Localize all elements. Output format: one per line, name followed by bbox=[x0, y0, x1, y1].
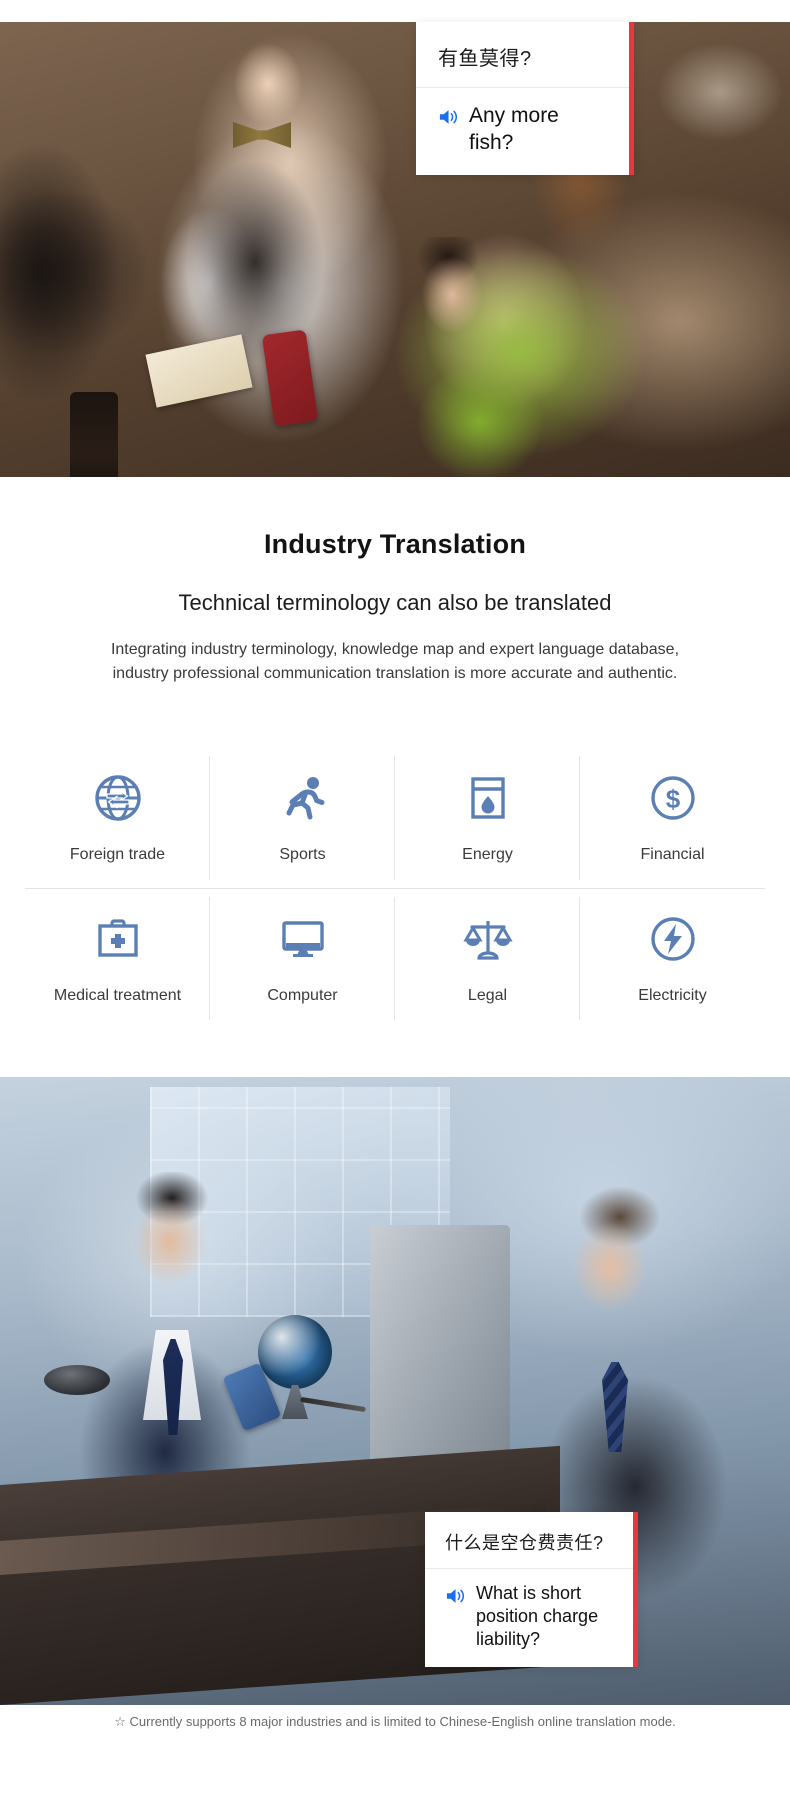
footer-note: ☆ Currently supports 8 major industries … bbox=[110, 1712, 680, 1732]
svg-text:$: $ bbox=[665, 784, 680, 814]
hero-photo bbox=[0, 22, 790, 477]
callout-bottom-translated-text: What is short position charge liability? bbox=[476, 1583, 599, 1650]
hero-customer-figure bbox=[390, 237, 640, 477]
industry-cell-medical-treatment[interactable]: Medical treatment bbox=[25, 888, 210, 1028]
page-description: Integrating industry terminology, knowle… bbox=[110, 641, 680, 683]
desk-ashtray bbox=[44, 1365, 110, 1395]
translation-callout-bottom: 什么是空仓费责任? What is short position charge … bbox=[425, 1512, 638, 1668]
industry-cell-electricity[interactable]: Electricity bbox=[580, 888, 765, 1028]
industry-grid: Foreign trade Sports Energy $ Financial … bbox=[25, 748, 765, 1028]
speaker-icon[interactable] bbox=[438, 107, 460, 127]
callout-top-translated-text: Any more fish? bbox=[469, 104, 559, 154]
industry-cell-financial[interactable]: $ Financial bbox=[580, 748, 765, 888]
industry-cell-sports[interactable]: Sports bbox=[210, 748, 395, 888]
industry-label: Computer bbox=[267, 986, 338, 1004]
industry-translation-page: 有鱼莫得? Any more fish? Industry Translatio… bbox=[0, 0, 790, 1793]
industry-cell-computer[interactable]: Computer bbox=[210, 888, 395, 1028]
footer: ☆ Currently supports 8 major industries … bbox=[0, 1712, 790, 1732]
dollar-coin-icon: $ bbox=[650, 776, 695, 820]
page-subtitle: Technical terminology can also be transl… bbox=[178, 590, 612, 615]
lightning-bolt-circle-icon bbox=[650, 916, 695, 961]
page-title: Industry Translation bbox=[263, 529, 527, 559]
callout-bottom-translation-row: What is short position charge liability? bbox=[425, 1569, 633, 1667]
monitor-icon bbox=[281, 920, 324, 957]
first-aid-kit-icon bbox=[97, 918, 138, 957]
industry-label: Foreign trade bbox=[69, 846, 166, 863]
speaker-icon[interactable] bbox=[445, 1586, 467, 1606]
globe-arrows-icon bbox=[94, 775, 141, 821]
hero-waiter-figure bbox=[150, 32, 370, 472]
industry-label: Medical treatment bbox=[53, 986, 182, 1004]
industry-label: Financial bbox=[640, 846, 705, 863]
industry-cell-energy[interactable]: Energy bbox=[395, 748, 580, 888]
translation-callout-top: 有鱼莫得? Any more fish? bbox=[416, 22, 634, 175]
footer-note-text: Currently supports 8 major industries an… bbox=[129, 1714, 676, 1729]
running-person-icon bbox=[286, 777, 324, 820]
hero-wine-bottle bbox=[70, 392, 118, 477]
industry-label: Legal bbox=[467, 986, 508, 1004]
industry-label: Sports bbox=[279, 846, 326, 863]
industry-label: Energy bbox=[462, 846, 513, 863]
industry-label: Electricity bbox=[638, 986, 707, 1004]
callout-top-source-text: 有鱼莫得? bbox=[416, 22, 629, 88]
star-icon: ☆ bbox=[114, 1714, 126, 1729]
bottom-photo bbox=[0, 1077, 790, 1705]
scales-of-justice-icon bbox=[462, 920, 513, 960]
oil-drum-drop-icon bbox=[470, 777, 505, 819]
industry-cell-legal[interactable]: Legal bbox=[395, 888, 580, 1028]
callout-top-translation-row: Any more fish? bbox=[416, 88, 629, 175]
industry-cell-foreign-trade[interactable]: Foreign trade bbox=[25, 748, 210, 888]
callout-bottom-source-text: 什么是空仓费责任? bbox=[425, 1512, 633, 1569]
